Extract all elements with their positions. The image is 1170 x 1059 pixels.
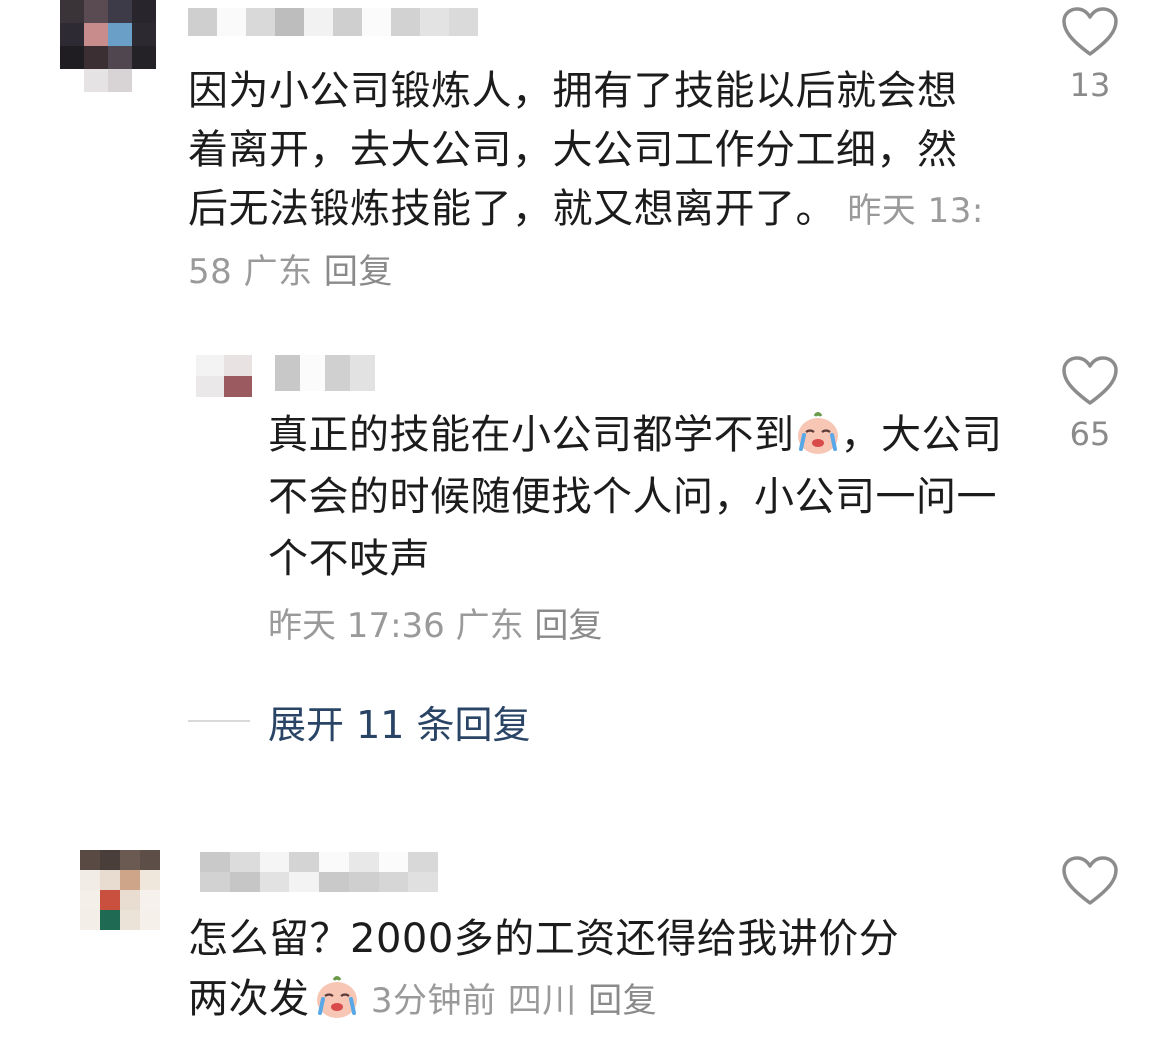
comment-location: 广东 <box>455 606 524 646</box>
comment-text: 因为小公司锻炼人，拥有了技能以后就会想着离开，去大公司，大公司工作分工细，然后无… <box>188 68 984 292</box>
comment-time: 3分钟前 <box>370 981 497 1021</box>
divider <box>188 720 250 722</box>
comment-text-line-1: 怎么留？2000多的工资还得给我讲价分 <box>188 916 900 962</box>
avatar[interactable] <box>60 0 156 92</box>
avatar[interactable] <box>80 850 160 930</box>
avatar[interactable] <box>196 355 252 397</box>
like-button[interactable]: 65 <box>1055 355 1125 453</box>
username[interactable] <box>188 8 478 36</box>
crying-face-emoji-icon <box>795 410 841 456</box>
username[interactable] <box>275 355 375 391</box>
heart-outline-icon <box>1062 856 1118 905</box>
like-count: 13 <box>1069 66 1111 104</box>
comment-location: 广东 <box>243 252 313 292</box>
crying-face-emoji-icon <box>314 974 360 1020</box>
reply-button[interactable]: 回复 <box>534 606 602 646</box>
heart-outline-icon <box>1062 356 1118 405</box>
comment-text-line-2: 两次发 3分钟前 四川 回复 <box>188 974 658 1022</box>
username[interactable] <box>200 852 438 892</box>
like-button[interactable]: 13 <box>1055 6 1125 104</box>
comment-location: 四川 <box>507 981 577 1021</box>
expand-replies-label: 展开 11 条回复 <box>268 702 531 747</box>
comment-time: 昨天 17:36 <box>268 606 445 646</box>
reply-button[interactable]: 回复 <box>324 252 393 292</box>
expand-replies-button[interactable]: 展开 11 条回复 <box>188 693 531 749</box>
like-button[interactable] <box>1055 855 1125 907</box>
comment-text: 真正的技能在小公司都学不到 ，大公司不会的时候随便找个人问，小公司一问一个不吱声 <box>268 410 1003 582</box>
heart-outline-icon <box>1062 7 1118 56</box>
reply-button[interactable]: 回复 <box>588 981 657 1021</box>
like-count: 65 <box>1069 415 1111 453</box>
